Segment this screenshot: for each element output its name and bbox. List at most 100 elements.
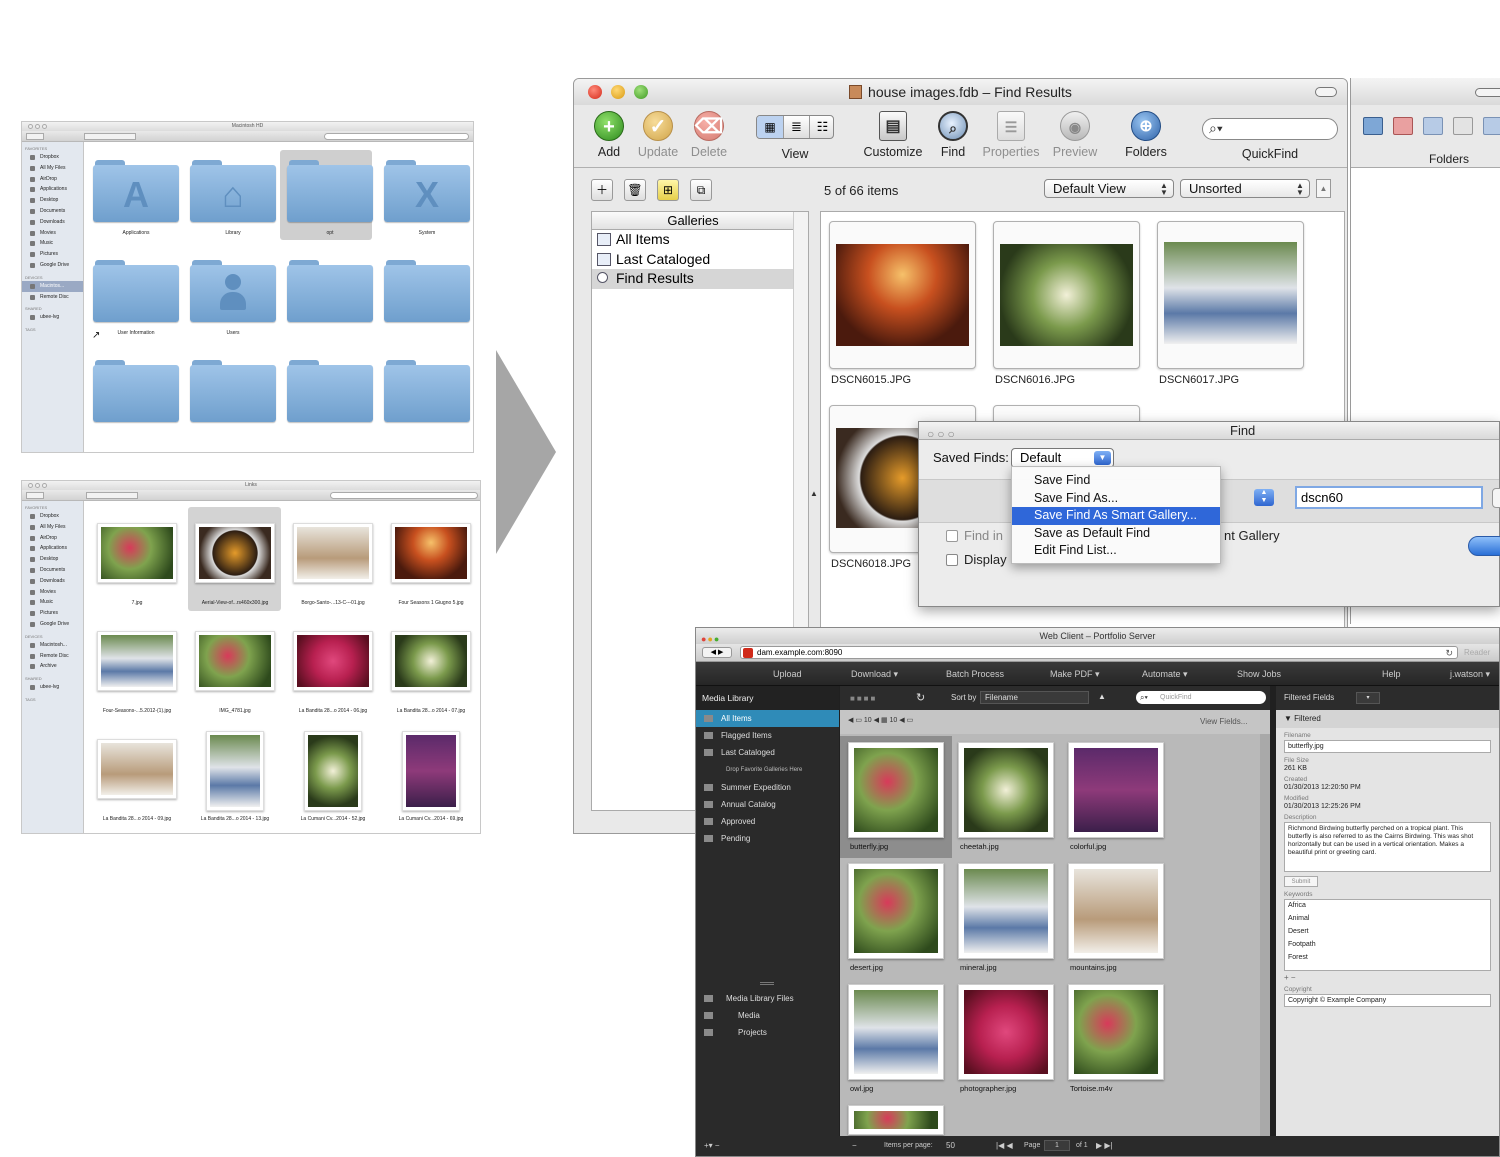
back-forward-buttons[interactable] (26, 133, 44, 140)
search-input[interactable] (324, 133, 469, 140)
sidebar-item-remote-disc[interactable]: Remote Disc (22, 292, 83, 303)
minimize-button[interactable] (611, 85, 625, 99)
folder-icon[interactable] (190, 260, 276, 322)
sidebar-item[interactable]: Google Drive (22, 619, 83, 630)
asset-thumbnail[interactable] (848, 984, 944, 1080)
sidebar-item[interactable]: Documents (22, 206, 83, 217)
keyword-item[interactable]: Africa (1288, 902, 1487, 915)
folder-icon[interactable] (287, 160, 373, 222)
file-thumbnail[interactable] (97, 631, 177, 691)
view-select[interactable]: Default View ▲ ▼ (1044, 179, 1174, 198)
back-forward-buttons[interactable] (26, 492, 44, 499)
sidebar-item[interactable]: Downloads (22, 576, 83, 587)
sidebar-item-ubee[interactable]: ubee-lvg (22, 682, 83, 693)
sidebar-item[interactable]: All My Files (22, 163, 83, 174)
page-input[interactable]: 1 (1044, 1140, 1070, 1151)
find-in-checkbox[interactable] (946, 530, 958, 542)
url-input[interactable]: dam.example.com:8090 ↻ (740, 646, 1458, 659)
sidebar-item-annual-catalog[interactable]: Annual Catalog (696, 796, 839, 813)
folder-icon[interactable]: A (93, 160, 179, 222)
folder-icon[interactable] (93, 260, 179, 322)
update-button[interactable]: ✓ Update (636, 111, 680, 159)
menu-item-save-find-as[interactable]: Save Find As... (1012, 490, 1220, 508)
window-controls[interactable] (26, 124, 50, 129)
submit-button[interactable]: Submit (1284, 876, 1318, 887)
folder-icon[interactable] (384, 260, 470, 322)
saved-finds-select[interactable]: Default ▼ (1011, 448, 1114, 468)
sidebar-item-remote-disc[interactable]: Remote Disc (22, 651, 83, 662)
filename-field[interactable]: butterfly.jpg (1284, 740, 1491, 753)
keyword-item[interactable]: Forest (1288, 954, 1487, 967)
display-checkbox[interactable] (946, 554, 958, 566)
menu-user[interactable]: j.watson ▾ (1450, 669, 1490, 680)
files-tree-media[interactable]: Media (696, 1007, 839, 1024)
menu-automate[interactable]: Automate ▾ (1142, 669, 1188, 680)
sidebar-item[interactable]: Music (22, 597, 83, 608)
asset-thumbnail[interactable] (848, 1105, 944, 1135)
files-tree-projects[interactable]: Projects (696, 1024, 839, 1041)
asset-thumbnail[interactable] (958, 984, 1054, 1080)
new-gallery-button[interactable]: ＋ (591, 179, 613, 201)
pager-next-last-icons[interactable]: ▶ ▶| (1096, 1141, 1113, 1150)
asset-thumbnail[interactable] (958, 742, 1054, 838)
description-field[interactable]: Richmond Birdwing butterfly perched on a… (1284, 822, 1491, 872)
asset-thumbnail[interactable] (958, 863, 1054, 959)
copyright-field[interactable]: Copyright © Example Company (1284, 994, 1491, 1007)
quickfind-input[interactable]: ⌕▾ (1202, 118, 1338, 140)
add-button[interactable]: + Add (590, 111, 628, 159)
quickfind-input[interactable]: ⌕▾ QuickFind (1136, 691, 1266, 704)
folder-icon[interactable] (1363, 117, 1383, 135)
asset-thumbnail[interactable] (1068, 742, 1164, 838)
sort-direction-icon[interactable]: ▲ (1098, 692, 1106, 701)
grid-scrollbar[interactable] (1260, 734, 1270, 1136)
zoom-controls[interactable]: ◀ ▭ 10 ◀ ▦ 10 ◀ ▭ (848, 716, 988, 728)
folder-icon[interactable] (93, 360, 179, 422)
sidebar-splitter[interactable] (760, 982, 774, 985)
items-per-page-select[interactable]: 50 (946, 1141, 955, 1150)
zoom-out-icon[interactable]: − (852, 1141, 857, 1150)
menu-help[interactable]: Help (1382, 669, 1401, 679)
sidebar-item[interactable]: Dropbox (22, 152, 83, 163)
files-tree-root[interactable]: Media Library Files (696, 990, 839, 1007)
search-input[interactable] (330, 492, 478, 499)
sidebar-item-last-cataloged[interactable]: Last Cataloged (696, 744, 839, 761)
folder-icon[interactable] (384, 360, 470, 422)
sidebar-item-macintosh[interactable]: Macintosh... (22, 640, 83, 651)
add-criteria-button[interactable] (1492, 488, 1500, 508)
sidebar-item[interactable]: All My Files (22, 522, 83, 533)
folders-button[interactable]: ⊕ Folders (1120, 111, 1172, 159)
sidebar-item[interactable]: Documents (22, 565, 83, 576)
menu-item-save-find[interactable]: Save Find (1012, 472, 1220, 490)
view-switcher[interactable] (84, 133, 136, 140)
sort-direction-button[interactable]: ▲ (1316, 179, 1331, 198)
sidebar-item[interactable]: Applications (22, 543, 83, 554)
view-mode-switcher[interactable]: ▦ ≣ ☷ (756, 115, 834, 139)
menu-item-edit-find-list[interactable]: Edit Find List... (1012, 542, 1220, 560)
folder-icon[interactable] (287, 260, 373, 322)
gallery-find-results[interactable]: Find Results (592, 269, 794, 289)
delete-button[interactable]: ⌫ Delete (688, 111, 730, 159)
window-controls[interactable]: ○○○ (927, 425, 958, 443)
sidebar-item-ubee[interactable]: ubee-lvg (22, 312, 83, 323)
sidebar-item[interactable]: Dropbox (22, 511, 83, 522)
asset-thumbnail[interactable] (1068, 863, 1164, 959)
asset-thumbnail[interactable] (1068, 984, 1164, 1080)
sidebar-options-icon[interactable]: +▾ − (704, 1141, 720, 1150)
sidebar-item[interactable]: AirDrop (22, 174, 83, 185)
properties-button[interactable]: ☰ Properties (979, 111, 1043, 159)
scroll-indicator[interactable]: ▲ (810, 489, 818, 498)
sidebar-item[interactable]: Music (22, 238, 83, 249)
asset-thumbnail[interactable] (848, 863, 944, 959)
file-thumbnail[interactable] (195, 631, 275, 691)
sidebar-item-flagged-items[interactable]: Flagged Items (696, 727, 839, 744)
view-mode-icons[interactable]: ■■■■ (850, 694, 877, 703)
sidebar-item[interactable]: Desktop (22, 195, 83, 206)
window-controls[interactable] (26, 483, 50, 488)
reader-button[interactable]: Reader (1464, 648, 1490, 657)
folder-icon[interactable]: ⌂ (190, 160, 276, 222)
sidebar-item-pending[interactable]: Pending (696, 830, 839, 847)
sidebar-item[interactable]: Downloads (22, 217, 83, 228)
toolbar-toggle-button[interactable] (1315, 87, 1337, 97)
view-switcher[interactable] (86, 492, 138, 499)
sidebar-item[interactable]: Desktop (22, 554, 83, 565)
